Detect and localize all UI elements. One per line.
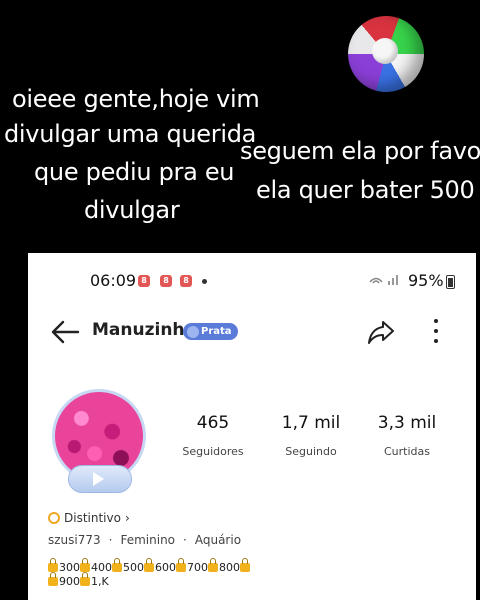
separator: · bbox=[183, 533, 187, 547]
milestone: 800 bbox=[219, 561, 240, 574]
lock-icon bbox=[208, 558, 218, 572]
stat-label: Seguidores bbox=[182, 445, 244, 458]
stat-value: 465 bbox=[196, 413, 230, 433]
milestone: 300 bbox=[59, 561, 80, 574]
stat-label: Seguindo bbox=[285, 445, 337, 458]
avatar[interactable] bbox=[46, 385, 150, 495]
profile-screen: 06:09 8 8 8 95% Manuzinha Prata 465 Segu… bbox=[28, 253, 476, 600]
lock-icon bbox=[240, 558, 250, 572]
profile-username: Manuzinha bbox=[92, 320, 196, 340]
bio-milestones: 300 400 500 600 700 800 900 1,K bbox=[48, 558, 288, 589]
medal-icon bbox=[48, 512, 60, 524]
lock-icon bbox=[48, 558, 58, 572]
caption-line-1: oieee gente,hoje vim bbox=[12, 85, 260, 113]
more-notifications-dot bbox=[202, 279, 207, 284]
user-id: szusi773 bbox=[48, 533, 101, 547]
lock-icon bbox=[112, 558, 122, 572]
play-icon bbox=[93, 472, 104, 486]
badge-icon bbox=[187, 325, 199, 338]
distintivo-label: Distintivo bbox=[64, 511, 121, 525]
stat-value: 3,3 mil bbox=[377, 413, 437, 433]
stat-value: 1,7 mil bbox=[281, 413, 341, 433]
milestone: 900 bbox=[59, 575, 80, 588]
battery-icon bbox=[446, 275, 455, 289]
lock-icon bbox=[80, 558, 90, 572]
caption-right-2: ela quer bater 500 bbox=[256, 176, 475, 204]
caption-line-2: divulgar uma querida bbox=[4, 120, 257, 148]
milestone: 1,K bbox=[91, 575, 109, 588]
notification-icon: 8 bbox=[160, 275, 172, 287]
more-vertical-icon[interactable] bbox=[434, 319, 440, 349]
stat-label: Curtidas bbox=[384, 445, 430, 458]
notification-icon: 8 bbox=[138, 275, 150, 287]
gender: Feminino bbox=[120, 533, 176, 547]
rank-badge[interactable]: Prata bbox=[183, 323, 238, 340]
caption-line-3: que pediu pra eu bbox=[34, 158, 235, 186]
separator: · bbox=[108, 533, 113, 547]
milestone: 500 bbox=[123, 561, 144, 574]
lock-icon bbox=[48, 572, 58, 586]
battery-text: 95% bbox=[408, 271, 444, 290]
chevron-right-icon: › bbox=[124, 511, 130, 525]
zodiac-sign: Aquário bbox=[194, 533, 242, 547]
milestone: 700 bbox=[187, 561, 208, 574]
beach-ball-sticker bbox=[348, 16, 424, 92]
badge-label: Prata bbox=[201, 326, 232, 337]
notification-icon: 8 bbox=[180, 275, 192, 287]
signal-icon bbox=[368, 272, 402, 290]
caption-right-1: seguem ela por favo bbox=[240, 137, 480, 165]
avatar-frame-bow bbox=[68, 465, 132, 493]
distintivo-link[interactable]: Distintivo › bbox=[48, 511, 130, 525]
lock-icon bbox=[176, 558, 186, 572]
lock-icon bbox=[144, 558, 154, 572]
milestone: 400 bbox=[91, 561, 112, 574]
stat-curtidas[interactable]: 3,3 mil Curtidas bbox=[362, 413, 452, 458]
share-icon[interactable] bbox=[366, 317, 396, 347]
stat-seguindo[interactable]: 1,7 mil Seguindo bbox=[266, 413, 356, 458]
status-time: 06:09 bbox=[90, 271, 137, 290]
lock-icon bbox=[80, 572, 90, 586]
arrow-left-icon[interactable] bbox=[48, 315, 82, 349]
profile-meta: szusi773 · Feminino · Aquário bbox=[48, 533, 241, 547]
stat-seguidores[interactable]: 465 Seguidores bbox=[168, 413, 258, 458]
milestone: 600 bbox=[155, 561, 176, 574]
caption-line-4: divulgar bbox=[84, 196, 180, 224]
